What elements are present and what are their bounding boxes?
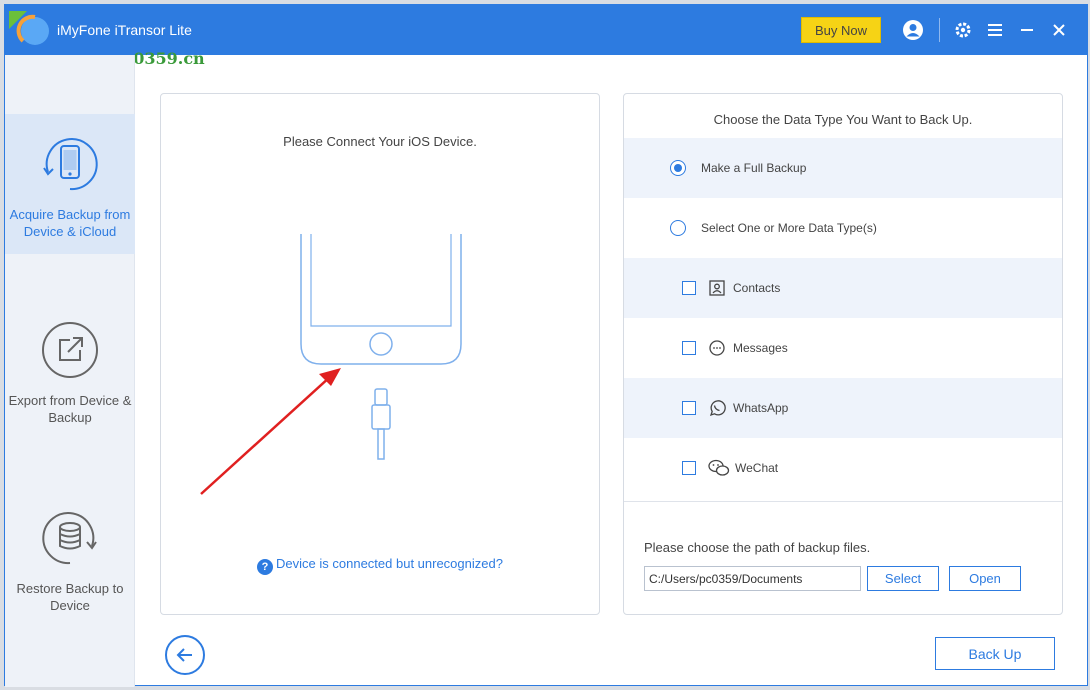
contact-card-icon [709,280,725,296]
sidebar-item-label: Acquire Backup from Device & iCloud [9,207,131,239]
question-icon: ? [257,559,274,575]
wechat-icon [708,459,730,476]
red-arrow-annotation [200,368,341,495]
type-label: WhatsApp [733,401,789,415]
whatsapp-checkbox[interactable] [682,401,696,415]
sidebar-item-label: Export from Device & Backup [8,393,132,425]
minimize-icon[interactable] [1015,18,1039,42]
device-unrecognized-label: Device is connected but unrecognized? [276,556,503,571]
backup-path-input[interactable] [644,566,861,591]
choose-data-title: Choose the Data Type You Want to Back Up… [713,112,973,127]
select-types-label: Select One or More Data Type(s) [701,221,877,235]
connect-device-title: Please Connect Your iOS Device. [283,134,477,149]
back-button[interactable] [165,635,205,675]
sidebar-item-label: Restore Backup to Device [16,581,124,613]
panel-divider [624,501,1062,502]
sidebar-item-export[interactable]: Export from Device & Backup [5,300,135,440]
type-label: Messages [733,341,788,355]
user-icon[interactable] [901,18,925,42]
close-icon[interactable] [1047,18,1071,42]
sidebar-item-restore[interactable]: Restore Backup to Device [5,488,135,628]
back-up-button[interactable]: Back Up [935,637,1055,670]
arrow-left-icon [176,648,192,662]
type-label: WeChat [735,461,779,475]
sidebar-item-acquire-backup[interactable]: Acquire Backup from Device & iCloud [5,114,135,254]
buy-now-button[interactable]: Buy Now [801,17,881,43]
contacts-checkbox[interactable] [682,281,696,295]
select-types-radio[interactable] [670,220,686,236]
backup-options-panel: Choose the Data Type You Want to Back Up… [623,93,1063,615]
select-path-button[interactable]: Select [867,566,939,591]
type-row-messages[interactable]: Messages [624,318,1062,378]
whatsapp-icon [709,400,726,417]
select-types-option[interactable]: Select One or More Data Type(s) [624,198,1062,258]
device-unrecognized-link[interactable]: ? Device is connected but unrecognized? [161,556,599,575]
export-icon [42,322,98,378]
full-backup-radio[interactable] [670,160,686,176]
gear-icon[interactable] [951,18,975,42]
wechat-checkbox[interactable] [682,461,696,475]
menu-icon[interactable] [983,18,1007,42]
full-backup-option[interactable]: Make a Full Backup [624,138,1062,198]
type-row-contacts[interactable]: Contacts [624,258,1062,318]
phone-sync-icon [43,138,98,191]
backup-path-label: Please choose the path of backup files. [644,540,871,555]
type-row-whatsapp[interactable]: WhatsApp [624,378,1062,438]
sidebar: Acquire Backup from Device & iCloud Expo… [5,55,135,687]
connect-device-panel: Please Connect Your iOS Device. ? Device … [160,93,600,615]
app-logo-icon [9,11,49,45]
messages-checkbox[interactable] [682,341,696,355]
app-title: iMyFone iTransor Lite [57,22,192,38]
open-path-button[interactable]: Open [949,566,1021,591]
type-row-wechat[interactable]: WeChat [624,438,1062,498]
app-window: iMyFone iTransor Lite Buy Now www.pc0359… [4,4,1088,687]
titlebar-separator [939,18,940,42]
title-bar: iMyFone iTransor Lite Buy Now [5,5,1087,55]
database-restore-icon [42,512,97,565]
type-label: Contacts [733,281,781,295]
message-bubble-icon [709,340,725,356]
full-backup-label: Make a Full Backup [701,161,807,175]
